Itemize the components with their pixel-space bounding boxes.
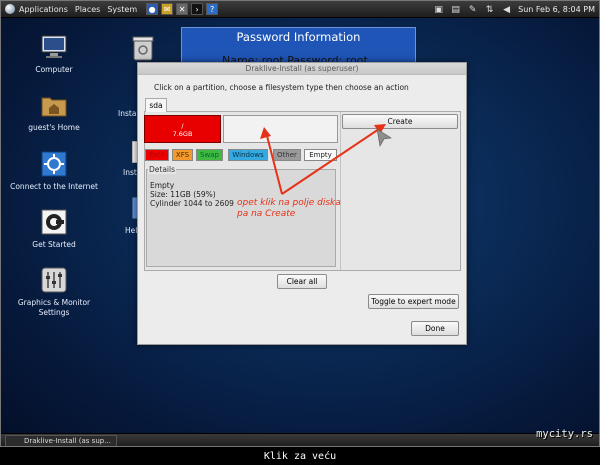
partition-root[interactable]: / 7.6GB [144, 115, 221, 143]
desktop-icon-label: Connect to the Internet [10, 182, 98, 191]
instruction-text: Click on a partition, choose a filesyste… [154, 83, 409, 92]
desktop-icon-label: Computer [35, 65, 73, 74]
annotation-line: pa na Create [237, 209, 296, 219]
details-size: Size: 11GB (59%) [150, 190, 216, 199]
top-panel: Applications Places System ● ✉ ✕ › ? ▣ ▤… [1, 1, 599, 18]
partial-icon-label: Inst [123, 168, 137, 177]
toggle-expert-mode-button[interactable]: Toggle to expert mode [368, 294, 459, 309]
desktop-icon-home[interactable]: guest's Home [6, 91, 102, 133]
desktop-icon-label: Get Started [32, 240, 76, 249]
desktop-icon-get-started[interactable]: Get Started [6, 208, 102, 250]
partial-icon-label: Hel [125, 226, 138, 235]
tab-sda[interactable]: sda [145, 98, 167, 112]
terminal-icon[interactable]: › [191, 3, 204, 15]
legend-ext4[interactable]: Ext4 [145, 149, 169, 161]
action-pane [340, 112, 460, 270]
taskbar-item-draklive[interactable]: Draklive-Install (as sup... [5, 435, 117, 446]
window-title[interactable]: Draklive-Install (as superuser) [138, 63, 466, 75]
annotation-line: opet klik na polje diska [237, 198, 341, 208]
partition-empty[interactable] [223, 115, 338, 143]
clock[interactable]: Sun Feb 6, 8:04 PM [518, 5, 595, 14]
tools-icon[interactable]: ✕ [176, 3, 189, 15]
menu-system[interactable]: System [107, 5, 137, 14]
desktop-icon-label: guest's Home [28, 123, 80, 132]
menu-places[interactable]: Places [75, 5, 100, 14]
details-label: Details [148, 165, 177, 174]
mail-icon[interactable]: ✉ [161, 3, 174, 15]
desktop-icon-label: Graphics & Monitor Settings [17, 298, 91, 317]
desktop-icon-graphics[interactable]: Graphics & Monitor Settings [6, 266, 102, 318]
partition-root-name: / [181, 122, 184, 130]
bottom-panel: Draklive-Install (as sup... [1, 433, 599, 446]
clipboard-icon[interactable]: ▤ [450, 4, 461, 15]
partial-icon-label: Instal [118, 109, 139, 118]
details-type: Empty [150, 181, 175, 190]
trash-icon[interactable] [132, 35, 154, 61]
password-info-title: Password Information [236, 30, 361, 44]
network-icon[interactable]: ⇅ [484, 4, 495, 15]
clear-all-button[interactable]: Clear all [277, 274, 327, 289]
pen-icon[interactable]: ✎ [467, 4, 478, 15]
home-folder-icon [40, 91, 68, 119]
graphics-monitor-icon [40, 266, 68, 294]
network-connect-icon [40, 150, 68, 178]
annotation-text: opet klik na polje diska pa na Create [237, 198, 341, 220]
menu-applications[interactable]: Applications [19, 5, 68, 14]
volume-icon[interactable]: ◀ [501, 4, 512, 15]
watermark: mycity.rs [536, 428, 593, 440]
legend-swap[interactable]: Swap [196, 149, 223, 161]
legend-xfs[interactable]: XFS [172, 149, 193, 161]
caption-link[interactable]: Klik za veću [0, 449, 600, 465]
legend-other[interactable]: Other [273, 149, 301, 161]
desktop-screen: Applications Places System ● ✉ ✕ › ? ▣ ▤… [0, 0, 600, 447]
get-started-icon [40, 208, 68, 236]
create-button[interactable]: Create [342, 114, 458, 129]
firefox-icon[interactable]: ● [146, 3, 159, 15]
details-cylinder: Cylinder 1044 to 2609 [150, 199, 234, 208]
help-icon[interactable]: ? [206, 3, 219, 15]
desktop-icon-computer[interactable]: Computer [6, 33, 102, 75]
legend-empty[interactable]: Empty [304, 149, 337, 161]
distro-logo-icon [5, 4, 15, 14]
computer-icon [40, 33, 68, 61]
partition-root-size: 7.6GB [172, 130, 193, 138]
done-button[interactable]: Done [411, 321, 459, 336]
legend-windows[interactable]: Windows [228, 149, 268, 161]
desktop-icon-connect[interactable]: Connect to the Internet [6, 150, 102, 192]
window-icon[interactable]: ▣ [433, 4, 444, 15]
